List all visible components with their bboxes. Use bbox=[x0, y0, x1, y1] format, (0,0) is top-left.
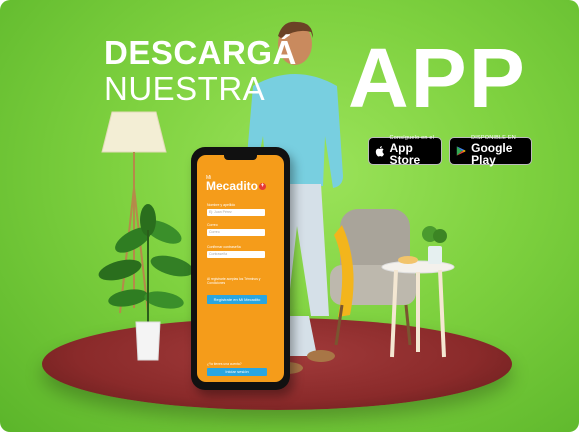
headline-line-2: NUESTRA bbox=[104, 70, 266, 107]
phone-mockup: Mi Mecadito + Nombre y apellido Ej: Juan … bbox=[191, 147, 290, 390]
app-logo-name: Mecadito bbox=[206, 179, 259, 193]
password-field-label: Confirmar contraseña bbox=[207, 245, 241, 249]
apple-icon bbox=[375, 146, 385, 157]
email-field[interactable]: Correo bbox=[207, 229, 265, 236]
name-field-label: Nombre y apellido bbox=[207, 203, 236, 207]
phone-notch bbox=[224, 155, 257, 160]
side-table bbox=[381, 226, 455, 358]
headline-line-1: DESCARGÁ bbox=[104, 34, 297, 71]
app-store-badge[interactable]: Consíguelo en el App Store bbox=[368, 135, 442, 168]
have-account-text: ¿Ya tienes una cuenta? bbox=[207, 362, 242, 366]
google-play-icon bbox=[456, 146, 466, 156]
google-play-badge[interactable]: DISPONIBLE EN Google Play bbox=[449, 135, 532, 168]
app-download-banner: DESCARGÁ NUESTRA APP Consíguelo en el Ap… bbox=[0, 0, 579, 432]
headline: DESCARGÁ NUESTRA bbox=[104, 36, 297, 105]
google-play-label: Google Play bbox=[471, 141, 513, 168]
potted-plant bbox=[98, 204, 194, 361]
terms-text: Al registrarte aceptas los Términos y Co… bbox=[207, 277, 261, 286]
email-field-label: Correo bbox=[207, 223, 218, 227]
name-field[interactable]: Ej: Juan Pérez bbox=[207, 209, 265, 216]
app-logo: Mi Mecadito + bbox=[206, 175, 267, 193]
register-button[interactable]: Regístrate en Mi Mecadito bbox=[207, 295, 267, 304]
app-store-label: App Store bbox=[389, 141, 421, 168]
phone-screen: Mi Mecadito + Nombre y apellido Ej: Juan … bbox=[197, 155, 284, 382]
app-logo-plus-icon: + bbox=[259, 183, 267, 191]
password-field[interactable]: Contraseña bbox=[207, 251, 265, 258]
login-button[interactable]: Iniciar sesión bbox=[207, 368, 267, 376]
headline-app-word: APP bbox=[348, 31, 527, 125]
